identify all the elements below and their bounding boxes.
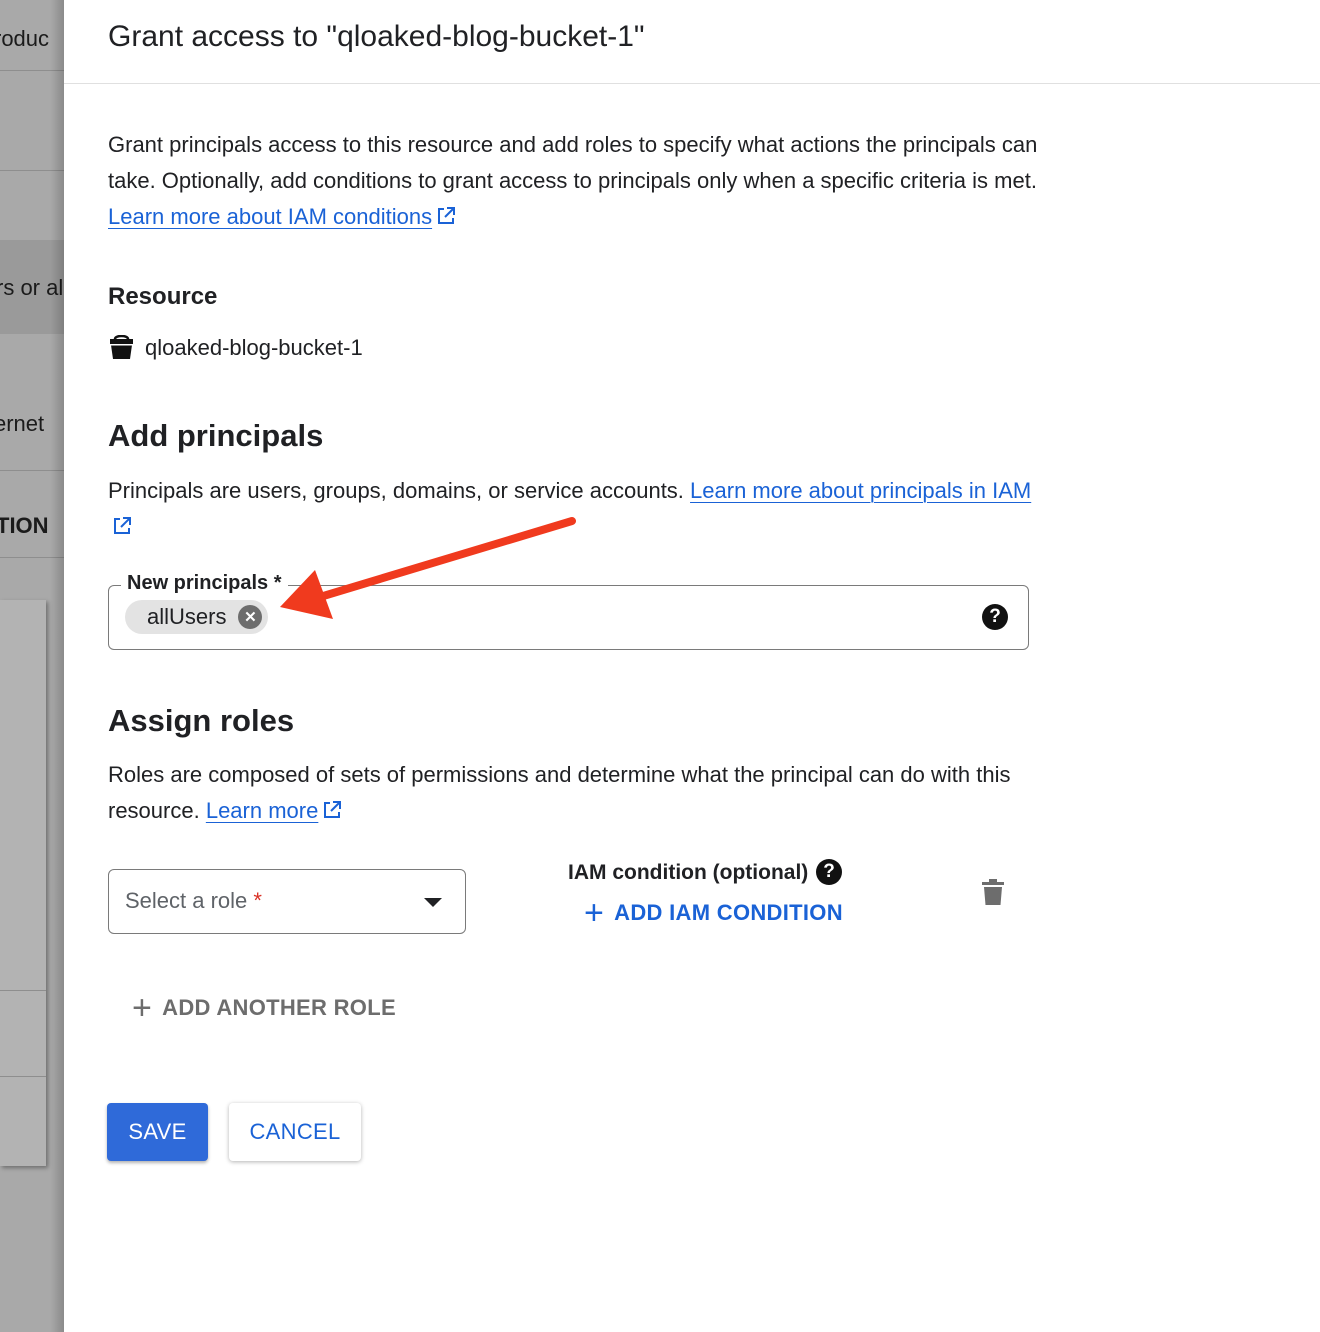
principals-text: Principals are users, groups, domains, o… bbox=[108, 478, 691, 503]
role-select-placeholder-text: Select a role bbox=[125, 888, 248, 913]
resource-label: Resource bbox=[108, 283, 218, 310]
background-text-fragment: roduc bbox=[0, 26, 50, 51]
bucket-icon bbox=[110, 335, 133, 359]
remove-chip-icon[interactable]: ✕ bbox=[238, 605, 263, 629]
roles-learn-more-link[interactable]: Learn more bbox=[206, 798, 319, 823]
new-principals-field[interactable]: New principals * allUsers ✕ ? bbox=[108, 572, 1029, 650]
background-page: roduc rs or al ernet TION bbox=[0, 0, 64, 1332]
principal-chip: allUsers ✕ bbox=[125, 600, 269, 634]
external-link-icon bbox=[438, 207, 456, 224]
intro-text: Grant principals access to this resource… bbox=[108, 132, 1038, 193]
grant-access-panel: Grant access to "qloaked-blog-bucket-1" … bbox=[64, 0, 1320, 1332]
iam-condition-label: IAM condition (optional) bbox=[568, 861, 809, 884]
add-iam-condition-button[interactable]: + ADD IAM CONDITION bbox=[584, 894, 843, 932]
cancel-button[interactable]: CANCEL bbox=[229, 1103, 361, 1161]
assign-roles-heading: Assign roles bbox=[108, 703, 295, 738]
save-button[interactable]: SAVE bbox=[107, 1103, 208, 1161]
new-principals-label: New principals * bbox=[121, 572, 288, 595]
principal-chip-label: allUsers bbox=[147, 604, 227, 629]
dropdown-arrow-icon bbox=[424, 898, 442, 907]
help-icon[interactable]: ? bbox=[816, 859, 842, 885]
required-mark: * bbox=[253, 888, 262, 913]
principals-description: Principals are users, groups, domains, o… bbox=[108, 473, 1038, 545]
iam-conditions-link[interactable]: Learn more about IAM conditions bbox=[108, 204, 432, 229]
add-iam-condition-label: ADD IAM CONDITION bbox=[614, 900, 843, 925]
panel-shadow bbox=[50, 0, 64, 1332]
background-text-fragment: TION bbox=[0, 513, 49, 538]
external-link-icon bbox=[114, 517, 131, 534]
add-principals-heading: Add principals bbox=[108, 418, 324, 453]
role-select[interactable]: Select a role * bbox=[108, 869, 466, 934]
resource-row: qloaked-blog-bucket-1 bbox=[108, 333, 363, 363]
help-icon[interactable]: ? bbox=[982, 604, 1008, 630]
resource-name: qloaked-blog-bucket-1 bbox=[145, 335, 363, 360]
background-text-fragment: ernet bbox=[0, 411, 45, 436]
add-another-role-label: ADD ANOTHER ROLE bbox=[162, 995, 396, 1020]
background-card bbox=[0, 600, 46, 1166]
delete-role-icon[interactable] bbox=[982, 879, 1004, 905]
add-another-role-button[interactable]: + ADD ANOTHER ROLE bbox=[132, 989, 396, 1027]
panel-title: Grant access to "qloaked-blog-bucket-1" bbox=[108, 20, 645, 53]
intro-paragraph: Grant principals access to this resource… bbox=[108, 127, 1038, 235]
principals-iam-link[interactable]: Learn more about principals in IAM bbox=[690, 478, 1031, 503]
panel-header: Grant access to "qloaked-blog-bucket-1" bbox=[64, 0, 1320, 84]
roles-description: Roles are composed of sets of permission… bbox=[108, 757, 1038, 829]
plus-icon: + bbox=[132, 989, 153, 1027]
plus-icon: + bbox=[584, 894, 605, 932]
external-link-icon bbox=[324, 801, 342, 818]
role-select-placeholder: Select a role * bbox=[125, 888, 262, 914]
background-divider bbox=[0, 990, 46, 991]
background-divider bbox=[0, 1076, 46, 1077]
